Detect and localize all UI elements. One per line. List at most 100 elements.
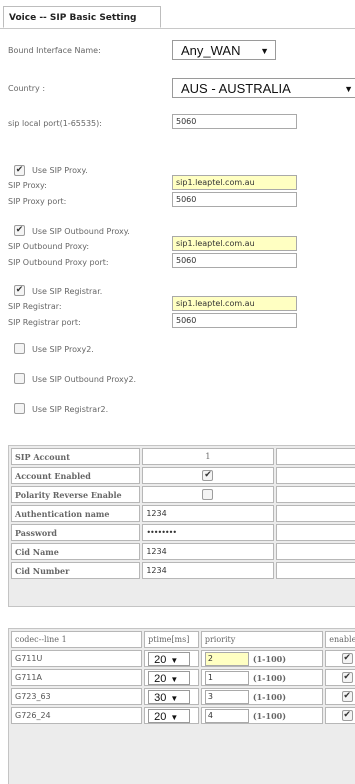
country-value: AUS - AUSTRALIA — [181, 81, 291, 96]
sip-registrar-port-input[interactable]: 5060 — [172, 313, 297, 328]
priority-cell: 2 (1-100) — [200, 650, 324, 667]
use-sip-registrar-checkbox[interactable]: ✔ — [14, 285, 25, 296]
codec-enable-checkbox[interactable]: ✔ — [341, 710, 353, 721]
country-select[interactable]: AUS - AUSTRALIA ▼ — [172, 78, 355, 98]
polarity-reverse-cell — [142, 486, 274, 503]
bound-interface-label: Bound Interface Name: — [8, 46, 101, 55]
use-sip-outbound-proxy2-checkbox[interactable] — [14, 373, 25, 384]
ptime-cell: 20 ▼ — [144, 669, 199, 686]
account2-enabled-cell — [275, 467, 355, 484]
ptime-cell: 20 ▼ — [144, 650, 199, 667]
use-sip-outbound-proxy2-label: Use SIP Outbound Proxy2. — [32, 375, 137, 384]
codec-name: G726_24 — [11, 707, 143, 724]
sip-proxy-port-label: SIP Proxy port: — [8, 197, 67, 206]
ptime-cell: 30 ▼ — [144, 688, 199, 705]
sip-registrar-input[interactable]: sip1.leaptel.com.au — [172, 296, 297, 311]
table-row: G726_24 20 ▼ 4 (1-100) ✔ — [11, 707, 355, 724]
table-row: Polarity Reverse Enable — [11, 486, 355, 503]
table-row: G711U 20 ▼ 2 (1-100) ✔ — [11, 650, 355, 667]
row-label: Password — [11, 524, 141, 541]
priority-input[interactable]: 2 — [204, 651, 249, 666]
priority-cell: 3 (1-100) — [200, 688, 324, 705]
row-label: Account Enabled — [11, 467, 141, 484]
priority-input[interactable]: 1 — [204, 670, 249, 685]
password-input[interactable]: •••••••• — [142, 524, 274, 541]
chevron-down-icon: ▼ — [170, 655, 179, 665]
use-sip-registrar2-label: Use SIP Registrar2. — [32, 405, 109, 414]
codec-name: G723_63 — [11, 688, 143, 705]
chevron-down-icon: ▼ — [170, 712, 179, 722]
account2-polarity-cell — [275, 486, 355, 503]
enable-cell: ✔ — [325, 688, 355, 705]
enable-cell: ✔ — [325, 669, 355, 686]
use-sip-proxy2-label: Use SIP Proxy2. — [32, 345, 94, 354]
table-header-row: codec--line 1 ptime[ms] priority enable — [11, 631, 355, 648]
use-sip-proxy2-checkbox[interactable] — [14, 343, 25, 354]
table-header-codec: codec--line 1 — [11, 631, 143, 648]
table-row: Cid Name 1234 — [11, 543, 355, 560]
sip-outbound-proxy-input[interactable]: sip1.leaptel.com.au — [172, 236, 297, 251]
use-sip-outbound-proxy-label: Use SIP Outbound Proxy. — [32, 227, 130, 236]
codec-enable-checkbox[interactable]: ✔ — [341, 653, 353, 664]
row-label: Cid Name — [11, 543, 141, 560]
sip-proxy-label: SIP Proxy: — [8, 181, 47, 190]
tab-voice-sip-basic-setting[interactable]: Voice -- SIP Basic Setting — [3, 6, 161, 28]
table-header-row: SIP Account 1 2 — [11, 448, 355, 465]
bound-interface-select[interactable]: Any_WAN ▼ — [172, 40, 276, 60]
polarity-reverse-checkbox[interactable] — [202, 489, 214, 500]
use-sip-outbound-proxy-checkbox[interactable]: ✔ — [14, 225, 25, 236]
use-sip-proxy-checkbox[interactable]: ✔ — [14, 165, 25, 176]
use-sip-registrar-label: Use SIP Registrar. — [32, 287, 103, 296]
account-enabled-checkbox[interactable]: ✔ — [202, 470, 214, 481]
account2-cid-name-input[interactable] — [275, 543, 355, 560]
account2-authentication-input[interactable] — [275, 505, 355, 522]
table-row: Cid Number 1234 — [11, 562, 355, 579]
table-header-enable: enable — [325, 631, 355, 648]
priority-range: (1-100) — [252, 691, 286, 702]
account2-password-input[interactable] — [275, 524, 355, 541]
account-enabled-cell: ✔ — [142, 467, 274, 484]
use-sip-proxy-label: Use SIP Proxy. — [32, 166, 88, 175]
table-header-account-2: 2 — [275, 448, 355, 465]
ptime-select[interactable]: 30 ▼ — [148, 689, 191, 704]
ptime-select[interactable]: 20 ▼ — [148, 708, 191, 723]
priority-range: (1-100) — [252, 653, 286, 664]
use-sip-registrar2-checkbox[interactable] — [14, 403, 25, 414]
sip-registrar-label: SIP Registrar: — [8, 302, 62, 311]
enable-cell: ✔ — [325, 650, 355, 667]
ptime-select[interactable]: 20 ▼ — [148, 651, 191, 666]
table-header-ptime: ptime[ms] — [144, 631, 199, 648]
chevron-down-icon: ▼ — [344, 84, 353, 94]
codec-enable-checkbox[interactable]: ✔ — [341, 691, 353, 702]
chevron-down-icon: ▼ — [260, 46, 269, 56]
priority-input[interactable]: 4 — [204, 708, 249, 723]
codec-enable-checkbox[interactable]: ✔ — [341, 672, 353, 683]
sip-outbound-proxy-port-input[interactable]: 5060 — [172, 253, 297, 268]
table-row: G711A 20 ▼ 1 (1-100) ✔ — [11, 669, 355, 686]
authentication-name-input[interactable]: 1234 — [142, 505, 274, 522]
codec-name: G711A — [11, 669, 143, 686]
row-label: Polarity Reverse Enable — [11, 486, 141, 503]
sip-local-port-label: sip local port(1-65535): — [8, 119, 102, 128]
sip-proxy-port-input[interactable]: 5060 — [172, 192, 297, 207]
priority-cell: 1 (1-100) — [200, 669, 324, 686]
codec-name: G711U — [11, 650, 143, 667]
sip-outbound-proxy-port-label: SIP Outbound Proxy port: — [8, 258, 109, 267]
chevron-down-icon: ▼ — [170, 693, 179, 703]
account2-cid-number-input[interactable] — [275, 562, 355, 579]
table-header-sip-account: SIP Account — [11, 448, 141, 465]
row-label: Cid Number — [11, 562, 141, 579]
sip-registrar-port-label: SIP Registrar port: — [8, 318, 81, 327]
codec-table: codec--line 1 ptime[ms] priority enable … — [8, 628, 355, 784]
sip-proxy-input[interactable]: sip1.leaptel.com.au — [172, 175, 297, 190]
sip-local-port-input[interactable]: 5060 — [172, 114, 297, 129]
priority-input[interactable]: 3 — [204, 689, 249, 704]
cid-number-input[interactable]: 1234 — [142, 562, 274, 579]
cid-name-input[interactable]: 1234 — [142, 543, 274, 560]
ptime-cell: 20 ▼ — [144, 707, 199, 724]
table-header-priority: priority — [200, 631, 324, 648]
tab-bar: Voice -- SIP Basic Setting — [0, 0, 355, 29]
enable-cell: ✔ — [325, 707, 355, 724]
priority-range: (1-100) — [252, 710, 286, 721]
ptime-select[interactable]: 20 ▼ — [148, 670, 191, 685]
